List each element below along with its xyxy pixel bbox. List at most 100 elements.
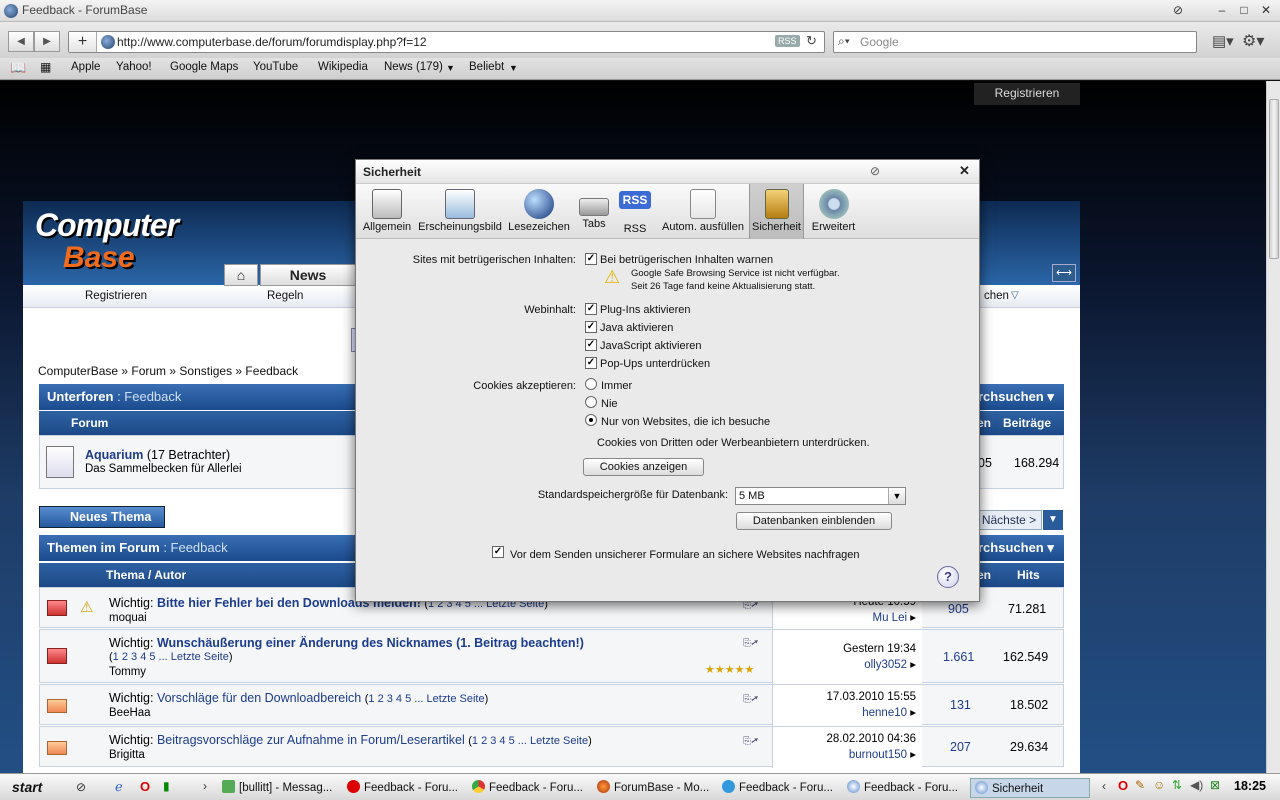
task-opera[interactable]: Feedback - Foru... bbox=[347, 778, 458, 798]
url-text[interactable]: http://www.computerbase.de/forum/forumdi… bbox=[117, 35, 427, 49]
bookmark-yahoo[interactable]: Yahoo! bbox=[116, 61, 152, 73]
thread-title[interactable]: Vorschläge für den Downloadbereich bbox=[157, 691, 361, 705]
cookie-never-label[interactable]: Nie bbox=[601, 398, 618, 410]
chevron-down-icon[interactable]: ▼ bbox=[1043, 510, 1063, 530]
close-icon[interactable]: ✕ bbox=[959, 163, 970, 179]
reload-icon[interactable]: ↻ bbox=[806, 33, 817, 49]
thread-pages[interactable]: 1 2 3 4 5 ... Letzte Seite bbox=[368, 693, 484, 705]
expand-icon[interactable]: ⟷ bbox=[1052, 264, 1076, 282]
swirl-icon[interactable]: ⊘ bbox=[76, 780, 86, 794]
search-icon[interactable]: ⌕▾ bbox=[838, 34, 850, 49]
task-firefox[interactable]: ForumBase - Mo... bbox=[597, 778, 709, 798]
forward-button[interactable]: ▶ bbox=[34, 31, 60, 52]
thread-author[interactable]: Tommy bbox=[109, 666, 146, 678]
cookie-never-radio[interactable] bbox=[585, 396, 597, 408]
lastpost-user[interactable]: burnout150 bbox=[849, 749, 907, 761]
subnav-rules[interactable]: Regeln bbox=[267, 290, 303, 302]
subnav-register[interactable]: Registrieren bbox=[85, 290, 147, 302]
tray-opera-icon[interactable]: O bbox=[1118, 778, 1128, 793]
forum-link-aquarium[interactable]: Aquarium bbox=[85, 448, 143, 462]
popups-label[interactable]: Pop-Ups unterdrücken bbox=[600, 358, 710, 370]
task-ie[interactable]: Feedback - Foru... bbox=[722, 778, 833, 798]
chevron-down-icon[interactable]: ▽ bbox=[1011, 290, 1019, 301]
bookmark-apple[interactable]: Apple bbox=[71, 61, 100, 73]
breadcrumb[interactable]: ComputerBase » Forum » Sonstiges » Feedb… bbox=[38, 364, 298, 378]
tray-app-icon[interactable]: ✎ bbox=[1135, 778, 1145, 792]
thread-title[interactable]: Wunschäußerung einer Änderung des Nickna… bbox=[157, 636, 584, 650]
form-warning-checkbox[interactable]: ✓ bbox=[492, 546, 504, 558]
tab-rss[interactable]: RSS RSS bbox=[616, 184, 654, 239]
address-bar[interactable]: + http://www.computerbase.de/forum/forum… bbox=[68, 31, 825, 53]
tray-volume-icon[interactable]: ◀) bbox=[1190, 778, 1203, 792]
page-menu-icon[interactable]: ▤▾ bbox=[1212, 32, 1234, 50]
javascript-label[interactable]: JavaScript aktivieren bbox=[600, 340, 702, 352]
bookmark-beliebt[interactable]: Beliebt bbox=[469, 61, 504, 73]
tab-news[interactable]: News bbox=[260, 264, 356, 286]
tray-chat-icon[interactable]: ☺ bbox=[1153, 778, 1165, 792]
chevron-left-icon[interactable]: ‹ bbox=[1102, 779, 1106, 793]
tray-network-icon[interactable]: ⇅ bbox=[1172, 778, 1182, 792]
thread-author[interactable]: moquai bbox=[109, 612, 147, 624]
thread-author[interactable]: BeeHaa bbox=[109, 707, 151, 719]
bookmark-youtube[interactable]: YouTube bbox=[253, 61, 298, 73]
thread-replies[interactable]: 207 bbox=[950, 740, 971, 754]
thread-pages[interactable]: 1 2 3 4 5 ... Letzte Seite bbox=[113, 651, 229, 663]
tab-autofill[interactable]: Autom. ausfüllen bbox=[658, 184, 748, 239]
bookmark-google-maps[interactable]: Google Maps bbox=[170, 61, 238, 73]
logo-computer[interactable]: Computer bbox=[35, 207, 179, 244]
home-icon[interactable]: ⌂ bbox=[224, 264, 258, 286]
tab-erscheinungsbild[interactable]: Erscheinungsbild bbox=[416, 184, 504, 239]
tab-sicherheit[interactable]: Sicherheit bbox=[749, 184, 804, 239]
show-cookies-button[interactable]: Cookies anzeigen bbox=[583, 458, 704, 476]
dialog-titlebar[interactable]: Sicherheit ⊘ ✕ bbox=[356, 160, 979, 184]
cookie-visited-radio[interactable] bbox=[585, 414, 597, 426]
resize-icon[interactable]: ⊘ bbox=[870, 164, 880, 178]
plugins-label[interactable]: Plug-Ins aktivieren bbox=[600, 304, 691, 316]
fraud-check-label[interactable]: Bei betrügerischen Inhalten warnen bbox=[600, 254, 773, 266]
thread-replies[interactable]: 905 bbox=[948, 602, 969, 616]
javascript-checkbox[interactable]: ✓ bbox=[585, 339, 597, 351]
cookie-always-radio[interactable] bbox=[585, 378, 597, 390]
subforums-search[interactable]: rchsuchen ▾ bbox=[978, 384, 1054, 410]
thread-replies[interactable]: 1.661 bbox=[943, 650, 974, 664]
tab-erweitert[interactable]: Erweitert bbox=[806, 184, 861, 239]
lastpost-user[interactable]: henne10 bbox=[862, 707, 907, 719]
scrollbar-thumb[interactable] bbox=[1269, 99, 1279, 259]
close-window-button[interactable]: ✕ bbox=[1258, 3, 1274, 18]
add-bookmark-button[interactable]: + bbox=[69, 32, 97, 52]
back-button[interactable]: ◀ bbox=[8, 31, 34, 52]
lastpost-user[interactable]: olly3052 bbox=[864, 659, 907, 671]
thread-pages[interactable]: 1 2 3 4 5 ... Letzte Seite bbox=[472, 735, 588, 747]
next-page-link[interactable]: Nächste > bbox=[976, 510, 1042, 530]
vertical-scrollbar[interactable] bbox=[1266, 81, 1280, 773]
chevron-right-icon[interactable]: › bbox=[203, 779, 207, 793]
thread-replies[interactable]: 131 bbox=[950, 698, 971, 712]
quicklaunch-app-icon[interactable]: ▮ bbox=[163, 779, 170, 793]
bookmark-news[interactable]: News (179) bbox=[384, 61, 443, 73]
new-thread-button[interactable]: Neues Thema bbox=[39, 506, 165, 528]
task-chrome[interactable]: Feedback - Foru... bbox=[472, 778, 583, 798]
subnav-search[interactable]: chen bbox=[984, 290, 1009, 302]
minimize-button[interactable]: – bbox=[1214, 3, 1230, 18]
java-checkbox[interactable]: ✓ bbox=[585, 321, 597, 333]
bookmark-wikipedia[interactable]: Wikipedia bbox=[318, 61, 368, 73]
lastpost-user[interactable]: Mu Lei bbox=[873, 612, 908, 624]
resize-icon[interactable]: ⊘ bbox=[1170, 3, 1186, 18]
rss-badge[interactable]: RSS bbox=[775, 35, 800, 47]
grid-icon[interactable]: ▦ bbox=[40, 60, 51, 74]
tab-lesezeichen[interactable]: Lesezeichen bbox=[506, 184, 572, 239]
tab-tabs[interactable]: Tabs bbox=[574, 184, 614, 239]
book-icon[interactable]: 📖 bbox=[10, 60, 26, 76]
maximize-button[interactable]: □ bbox=[1236, 3, 1252, 18]
thread-author[interactable]: Brigitta bbox=[109, 749, 145, 761]
task-messenger[interactable]: [bullitt] - Messag... bbox=[222, 778, 332, 798]
java-label[interactable]: Java aktivieren bbox=[600, 322, 673, 334]
thread-title[interactable]: Beitragsvorschläge zur Aufnahme in Forum… bbox=[157, 733, 465, 747]
threads-search[interactable]: rchsuchen ▾ bbox=[978, 535, 1054, 561]
clock[interactable]: 18:25 bbox=[1234, 779, 1266, 793]
task-security-dialog[interactable]: Sicherheit bbox=[970, 778, 1090, 798]
cookie-always-label[interactable]: Immer bbox=[601, 380, 632, 392]
cookie-visited-label[interactable]: Nur von Websites, die ich besuche bbox=[601, 416, 770, 428]
chevron-down-icon[interactable]: ▼ bbox=[446, 63, 455, 73]
tray-close-icon[interactable]: ⊠ bbox=[1210, 778, 1220, 792]
